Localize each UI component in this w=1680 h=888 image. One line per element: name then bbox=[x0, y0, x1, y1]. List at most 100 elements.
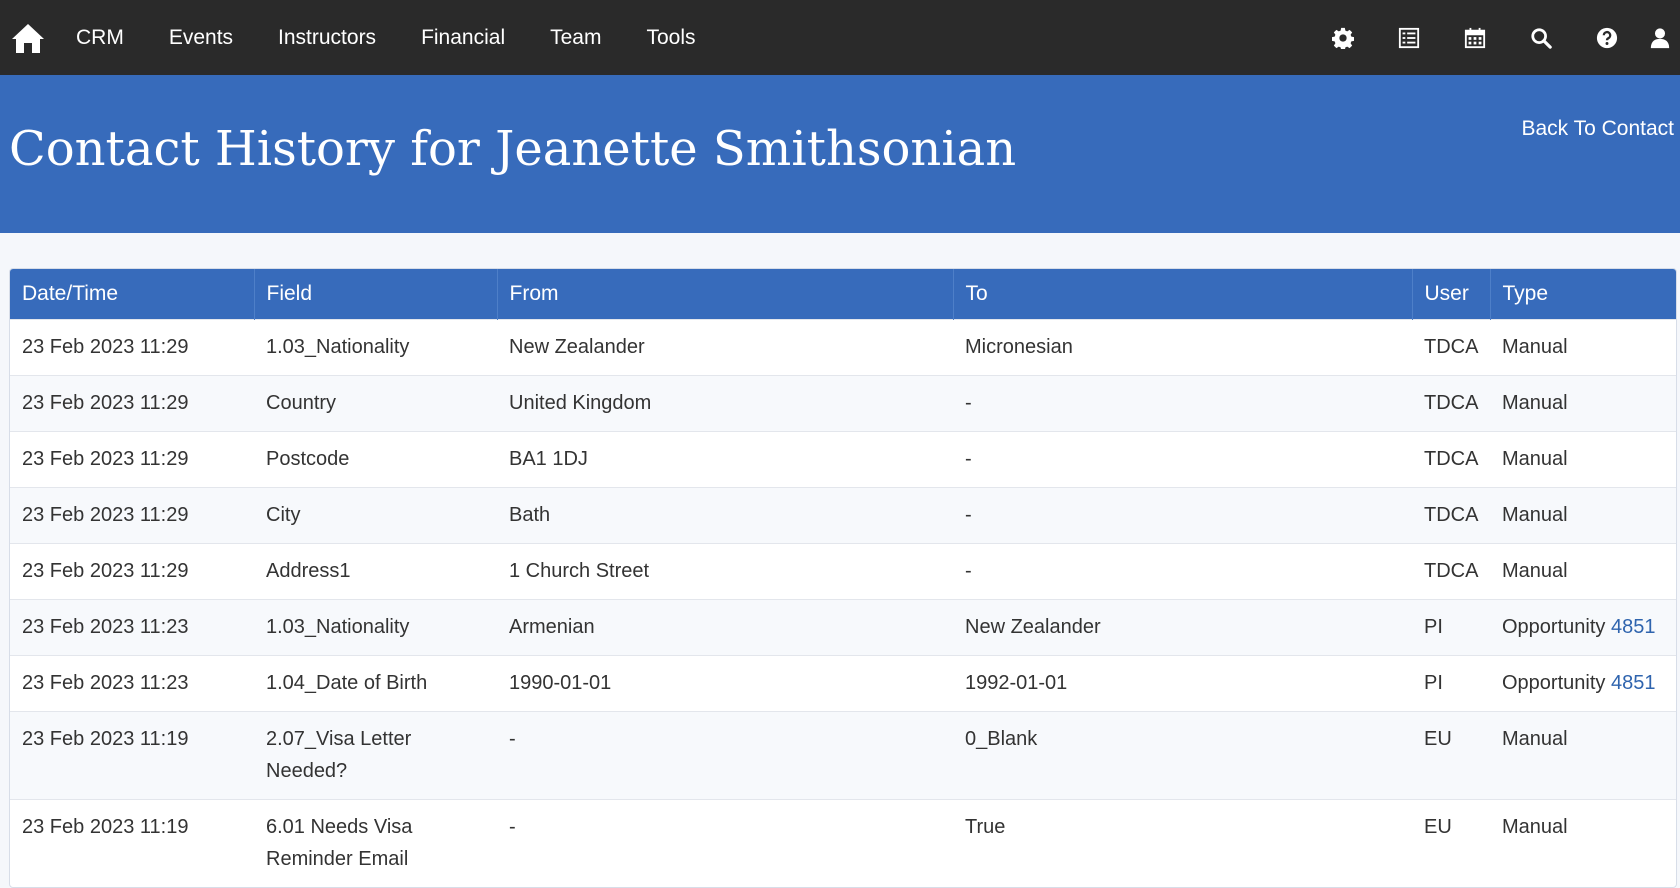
opportunity-link[interactable]: 4851 bbox=[1611, 672, 1656, 694]
main-menu: CRM Events Instructors Financial Team To… bbox=[76, 26, 741, 50]
table-row: 23 Feb 2023 11:29 Address1 1 Church Street… bbox=[10, 543, 1676, 600]
cell-to: - bbox=[953, 543, 1412, 600]
nav-icon-bar bbox=[1310, 0, 1680, 75]
cell-to: - bbox=[953, 487, 1412, 544]
cell-type: Opportunity 4851 bbox=[1490, 599, 1676, 656]
cell-datetime: 23 Feb 2023 11:29 bbox=[10, 431, 254, 488]
gear-icon[interactable] bbox=[1310, 0, 1376, 75]
cell-field: City bbox=[254, 487, 497, 544]
table-row: 23 Feb 2023 11:19 2.07_Visa Letter Needed… bbox=[10, 711, 1676, 800]
cell-datetime: 23 Feb 2023 11:23 bbox=[10, 655, 254, 712]
nav-events[interactable]: Events bbox=[169, 26, 233, 50]
opportunity-link[interactable]: 4851 bbox=[1611, 616, 1656, 638]
cell-field: Country bbox=[254, 375, 497, 432]
cell-user: TDCA bbox=[1412, 431, 1490, 488]
contact-history-table: Date/Time Field From To User Type 23 Feb… bbox=[9, 268, 1677, 888]
table-row: 23 Feb 2023 11:23 1.03_Nationality Armenia… bbox=[10, 599, 1676, 656]
type-label: Manual bbox=[1502, 448, 1568, 470]
column-header-field[interactable]: Field bbox=[254, 269, 498, 320]
cell-datetime: 23 Feb 2023 11:29 bbox=[10, 375, 254, 432]
cell-datetime: 23 Feb 2023 11:19 bbox=[10, 799, 254, 887]
table-row: 23 Feb 2023 11:23 1.04_Date of Birth 1990-… bbox=[10, 655, 1676, 712]
cell-from: BA1 1DJ bbox=[497, 431, 953, 488]
table-body: 23 Feb 2023 11:29 1.03_Nationality New Zea… bbox=[10, 319, 1676, 887]
cell-type: Manual bbox=[1490, 799, 1676, 887]
cell-datetime: 23 Feb 2023 11:29 bbox=[10, 543, 254, 600]
cell-field: 1.04_Date of Birth bbox=[254, 655, 497, 712]
cell-field: 1.03_Nationality bbox=[254, 599, 497, 656]
table-header-row: Date/Time Field From To User Type bbox=[10, 269, 1676, 320]
page-header: Contact History for Jeanette Smithsonian… bbox=[0, 75, 1680, 233]
search-icon[interactable] bbox=[1508, 0, 1574, 75]
cell-to: 0_Blank bbox=[953, 711, 1412, 800]
cell-field: Postcode bbox=[254, 431, 497, 488]
cell-datetime: 23 Feb 2023 11:19 bbox=[10, 711, 254, 800]
cell-type: Manual bbox=[1490, 543, 1676, 600]
cell-user: PI bbox=[1412, 599, 1490, 656]
cell-user: EU bbox=[1412, 711, 1490, 800]
cell-from: 1990-01-01 bbox=[497, 655, 953, 712]
cell-type: Manual bbox=[1490, 375, 1676, 432]
cell-user: TDCA bbox=[1412, 543, 1490, 600]
nav-financial[interactable]: Financial bbox=[421, 26, 505, 50]
type-label: Manual bbox=[1502, 392, 1568, 414]
cell-to: New Zealander bbox=[953, 599, 1412, 656]
cell-type: Manual bbox=[1490, 711, 1676, 800]
cell-datetime: 23 Feb 2023 11:29 bbox=[10, 487, 254, 544]
cell-user: TDCA bbox=[1412, 487, 1490, 544]
cell-from: - bbox=[497, 799, 953, 887]
cell-user: PI bbox=[1412, 655, 1490, 712]
cell-field: Address1 bbox=[254, 543, 497, 600]
nav-crm[interactable]: CRM bbox=[76, 26, 124, 50]
cell-field: 6.01 Needs Visa Reminder Email bbox=[254, 799, 497, 887]
column-header-from[interactable]: From bbox=[497, 269, 954, 320]
cell-type: Manual bbox=[1490, 319, 1676, 376]
cell-to: 1992-01-01 bbox=[953, 655, 1412, 712]
cell-from: - bbox=[497, 711, 953, 800]
type-label: Manual bbox=[1502, 504, 1568, 526]
page-title: Contact History for Jeanette Smithsonian bbox=[9, 121, 1017, 177]
table-row: 23 Feb 2023 11:29 1.03_Nationality New Zea… bbox=[10, 319, 1676, 376]
nav-instructors[interactable]: Instructors bbox=[278, 26, 376, 50]
table-row: 23 Feb 2023 11:29 City Bath - TDCA Manual bbox=[10, 487, 1676, 544]
column-header-type[interactable]: Type bbox=[1490, 269, 1676, 320]
cell-field: 2.07_Visa Letter Needed? bbox=[254, 711, 497, 800]
cell-user: TDCA bbox=[1412, 375, 1490, 432]
type-label: Manual bbox=[1502, 560, 1568, 582]
cell-from: New Zealander bbox=[497, 319, 953, 376]
back-to-contact-link[interactable]: Back To Contact bbox=[1521, 117, 1674, 141]
cell-to: - bbox=[953, 431, 1412, 488]
top-navbar: CRM Events Instructors Financial Team To… bbox=[0, 0, 1680, 75]
cell-type: Manual bbox=[1490, 431, 1676, 488]
home-icon[interactable] bbox=[10, 20, 46, 56]
list-icon[interactable] bbox=[1376, 0, 1442, 75]
type-label: Opportunity bbox=[1502, 672, 1606, 694]
cell-to: Micronesian bbox=[953, 319, 1412, 376]
cell-type: Manual bbox=[1490, 487, 1676, 544]
column-header-user[interactable]: User bbox=[1412, 269, 1491, 320]
type-label: Opportunity bbox=[1502, 616, 1606, 638]
table-row: 23 Feb 2023 11:29 Postcode BA1 1DJ - TDCA Man… bbox=[10, 431, 1676, 488]
calendar-icon[interactable] bbox=[1442, 0, 1508, 75]
cell-to: - bbox=[953, 375, 1412, 432]
cell-datetime: 23 Feb 2023 11:23 bbox=[10, 599, 254, 656]
cell-from: 1 Church Street bbox=[497, 543, 953, 600]
table-row: 23 Feb 2023 11:19 6.01 Needs Visa Reminde… bbox=[10, 799, 1676, 887]
column-header-datetime[interactable]: Date/Time bbox=[10, 269, 255, 320]
nav-tools[interactable]: Tools bbox=[646, 26, 695, 50]
cell-user: TDCA bbox=[1412, 319, 1490, 376]
nav-team[interactable]: Team bbox=[550, 26, 601, 50]
cell-user: EU bbox=[1412, 799, 1490, 887]
type-label: Manual bbox=[1502, 728, 1568, 750]
cell-from: Bath bbox=[497, 487, 953, 544]
column-header-to[interactable]: To bbox=[953, 269, 1413, 320]
cell-field: 1.03_Nationality bbox=[254, 319, 497, 376]
cell-from: Armenian bbox=[497, 599, 953, 656]
user-icon[interactable] bbox=[1640, 0, 1680, 75]
cell-type: Opportunity 4851 bbox=[1490, 655, 1676, 712]
help-icon[interactable] bbox=[1574, 0, 1640, 75]
cell-from: United Kingdom bbox=[497, 375, 953, 432]
table-row: 23 Feb 2023 11:29 Country United Kingdom - T… bbox=[10, 375, 1676, 432]
cell-datetime: 23 Feb 2023 11:29 bbox=[10, 319, 254, 376]
type-label: Manual bbox=[1502, 816, 1568, 838]
